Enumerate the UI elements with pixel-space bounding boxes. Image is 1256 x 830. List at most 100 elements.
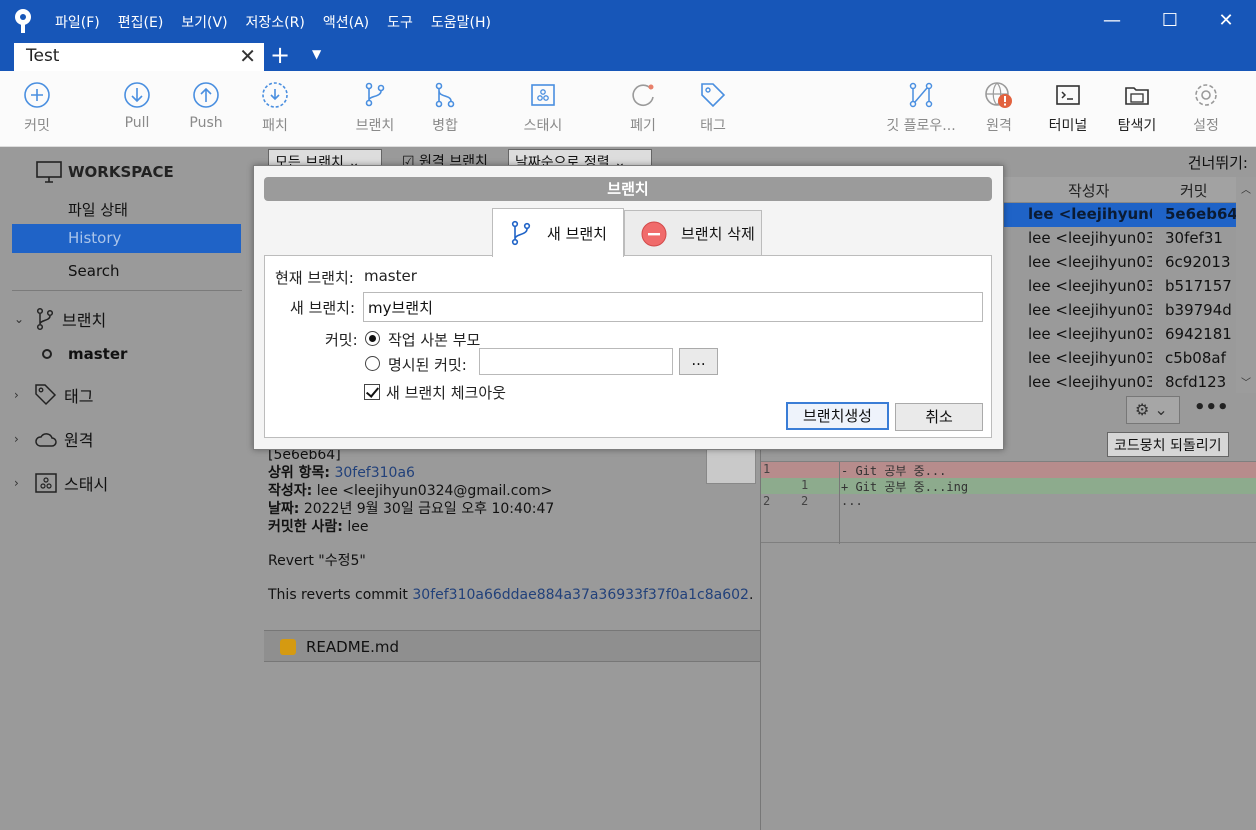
- reverted-commit-link[interactable]: 30fef310a66ddae884a37a36933f37f0a1c8a602: [412, 587, 749, 603]
- revert-hunk-button[interactable]: 코드뭉치 되돌리기: [1107, 432, 1229, 457]
- sidebar-group-remotes[interactable]: › 원격: [14, 427, 93, 451]
- sourcetree-logo-icon: [15, 9, 31, 33]
- minimize-icon[interactable]: —: [1092, 6, 1132, 34]
- menu-actions[interactable]: 액션(A): [323, 12, 369, 32]
- menu-view[interactable]: 보기(V): [181, 12, 227, 32]
- commit-author: lee <leejihyun0324@gmail.com>: [1028, 373, 1152, 391]
- terminal-button[interactable]: 터미널: [1033, 81, 1103, 135]
- commit-author: lee <leejihyun0324@gmail.com>: [1028, 301, 1152, 319]
- diff-line-removed: 1 - Git 공부 중...: [761, 462, 1256, 478]
- push-button[interactable]: Push: [171, 81, 241, 131]
- sidebar-group-branches[interactable]: ⌄ 브랜치: [14, 307, 106, 331]
- table-row[interactable]: lee <leejihyun0324@gmail.com> 6c92013: [1004, 251, 1236, 275]
- specified-commit-input[interactable]: [479, 348, 673, 375]
- more-options-icon[interactable]: •••: [1194, 397, 1229, 418]
- close-tab-icon[interactable]: ✕: [239, 44, 256, 68]
- commit-list-scrollbar[interactable]: ︿ ﹀: [1236, 177, 1256, 393]
- branch-master[interactable]: master: [42, 345, 127, 363]
- checkout-new-branch-checkbox[interactable]: [364, 384, 380, 400]
- menu-tools[interactable]: 도구: [387, 12, 413, 32]
- sidebar: WORKSPACE 파일 상태 History Search ⌄ 브랜치 mas…: [0, 147, 264, 830]
- commit-button[interactable]: 커밋: [2, 81, 72, 135]
- gitflow-button[interactable]: 깃 플로우...: [876, 81, 966, 135]
- sidebar-group-stashes[interactable]: › 스태시: [14, 471, 108, 495]
- stash-icon: [531, 84, 555, 106]
- remote-button[interactable]: 원격: [964, 81, 1034, 135]
- table-row[interactable]: lee <leejihyun0324@gmail.com> b39794d: [1004, 299, 1236, 323]
- browse-commit-button[interactable]: ...: [679, 348, 718, 375]
- close-window-icon[interactable]: ✕: [1206, 6, 1246, 34]
- diff-line-added: 1 + Git 공부 중...ing: [761, 478, 1256, 494]
- diff-line-context: 2 2...: [761, 494, 1256, 510]
- repo-tab[interactable]: Test ✕: [14, 43, 264, 71]
- tag-button[interactable]: 태그: [678, 81, 748, 135]
- commit-author: lee <leejihyun0324@gmail.com>: [1028, 253, 1152, 271]
- table-row[interactable]: lee <leejihyun0324@gmail.com> 30fef31: [1004, 227, 1236, 251]
- cancel-button[interactable]: 취소: [895, 403, 983, 431]
- table-row[interactable]: lee <leejihyun0324@gmail.com> 8cfd123: [1004, 371, 1236, 395]
- remotes-label: 원격: [64, 431, 94, 450]
- maximize-icon[interactable]: ☐: [1150, 6, 1190, 34]
- menu-help[interactable]: 도움말(H): [431, 12, 491, 32]
- commit-hash: b39794d: [1165, 301, 1232, 319]
- table-row[interactable]: lee <leejihyun0324@gmail.com> 6942181: [1004, 323, 1236, 347]
- stash-button[interactable]: 스태시: [508, 81, 578, 135]
- pull-button[interactable]: Pull: [102, 81, 172, 131]
- create-branch-button[interactable]: 브랜치생성: [786, 402, 889, 430]
- new-branch-name-input[interactable]: my브랜치: [363, 292, 983, 322]
- commit-column-header[interactable]: 커밋: [1180, 180, 1208, 201]
- file-list-area: [264, 662, 760, 830]
- table-row[interactable]: lee <leejihyun0324@gmail.com> 5e6eb64: [1004, 203, 1238, 227]
- sidebar-divider: [12, 290, 242, 291]
- commit-hash: 30fef31: [1165, 229, 1223, 247]
- add-tab-icon[interactable]: +: [270, 41, 290, 69]
- sidebar-group-tags[interactable]: › 태그: [14, 383, 93, 407]
- remote-globe-icon: [985, 82, 1012, 108]
- sidebar-item-file-status[interactable]: 파일 상태: [68, 199, 128, 220]
- sidebar-item-history[interactable]: History: [12, 224, 241, 253]
- diff-options-button[interactable]: ⚙ ⌄: [1126, 396, 1180, 424]
- patch-label: 패치: [262, 118, 288, 134]
- branch-button[interactable]: 브랜치: [340, 81, 410, 135]
- repo-tab-title: Test: [26, 46, 60, 66]
- author-value: lee <leejihyun0324@gmail.com>: [316, 483, 553, 499]
- old-line-number: 2: [763, 494, 771, 508]
- table-row[interactable]: lee <leejihyun0324@gmail.com> b517157: [1004, 275, 1236, 299]
- commit-author: lee <leejihyun0324@gmail.com>: [1028, 325, 1152, 343]
- parent-link[interactable]: 30fef310a6: [334, 465, 415, 481]
- explorer-button[interactable]: 탐색기: [1102, 81, 1172, 135]
- main-toolbar: 커밋 Pull Push 패치 브랜치 병합 스태시 폐기 태그 깃 플로우..…: [0, 71, 1256, 147]
- table-row[interactable]: lee <leejihyun0324@gmail.com> c5b08af: [1004, 347, 1236, 371]
- discard-button[interactable]: 폐기: [608, 81, 678, 135]
- tab-new-branch[interactable]: 새 브랜치: [492, 208, 624, 257]
- tab-new-branch-label: 새 브랜치: [547, 224, 607, 243]
- working-copy-parent-radio[interactable]: [365, 331, 380, 346]
- monitor-icon: [36, 161, 62, 183]
- new-branch-form: 현재 브랜치: master 새 브랜치: my브랜치 커밋: 작업 사본 부모…: [264, 255, 992, 438]
- settings-button[interactable]: 설정: [1171, 81, 1241, 135]
- new-line-number: 1: [801, 478, 809, 492]
- patch-button[interactable]: 패치: [240, 81, 310, 135]
- commit-hash: 8cfd123: [1165, 373, 1227, 391]
- merge-button[interactable]: 병합: [410, 81, 480, 135]
- commit-hash: 5e6eb64: [1165, 205, 1238, 223]
- sidebar-item-search[interactable]: Search: [68, 262, 120, 280]
- remote-label: 원격: [986, 118, 1012, 134]
- tab-dropdown-icon[interactable]: ▼: [312, 47, 321, 61]
- new-line-number: 2: [801, 494, 809, 508]
- skip-label: 건너뛰기:: [1187, 154, 1248, 172]
- tab-delete-branch[interactable]: 브랜치 삭제: [624, 210, 762, 256]
- branch-icon: [36, 307, 54, 331]
- commit-hash: 6c92013: [1165, 253, 1231, 271]
- author-column-header[interactable]: 작성자: [1068, 180, 1109, 201]
- specified-commit-radio[interactable]: [365, 356, 380, 371]
- menu-edit[interactable]: 편집(E): [118, 12, 164, 32]
- file-list-item[interactable]: README.md: [264, 630, 760, 662]
- stash-icon: [35, 473, 57, 493]
- arrow-down-circle-icon: [124, 82, 150, 108]
- menu-repository[interactable]: 저장소(R): [246, 12, 305, 32]
- gitflow-icon: [909, 82, 933, 108]
- modified-file-icon: [280, 639, 296, 655]
- menu-file[interactable]: 파일(F): [55, 12, 100, 32]
- commit-author: lee <leejihyun0324@gmail.com>: [1028, 229, 1152, 247]
